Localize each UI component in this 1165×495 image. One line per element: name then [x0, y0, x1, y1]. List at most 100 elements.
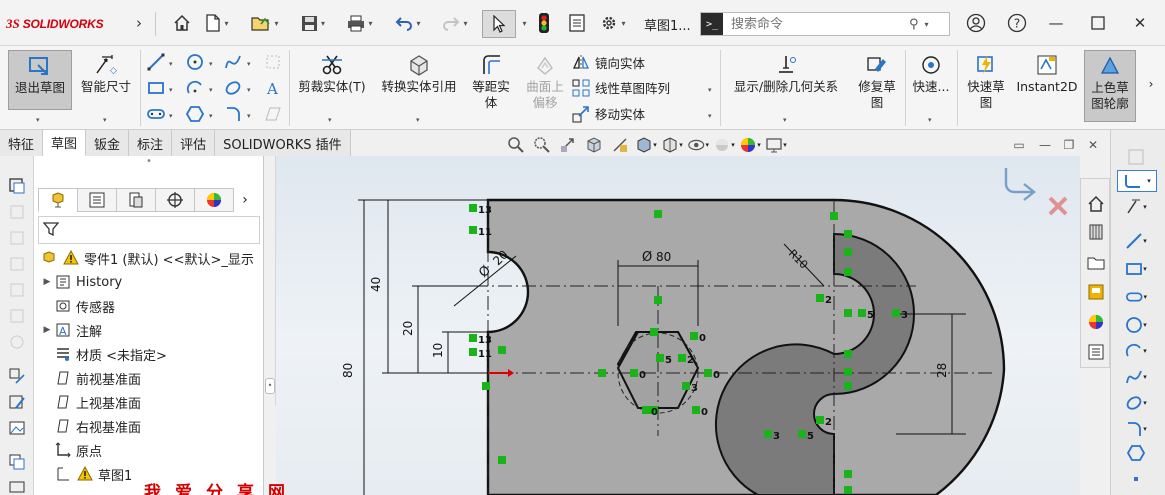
- circle-dropdown-icon[interactable]: ▾: [209, 60, 213, 68]
- command-search-box[interactable]: >_ ⚲ ▾: [700, 12, 950, 36]
- slot-strip-icon[interactable]: ▾: [1125, 286, 1147, 308]
- tab-markup[interactable]: 标注: [129, 130, 173, 156]
- rapid-sketch-button[interactable]: 快速草 图: [960, 53, 1012, 111]
- select-pointer-icon[interactable]: [482, 10, 516, 38]
- display-style-icon[interactable]: ▾: [661, 135, 683, 155]
- ellipse-dropdown-icon[interactable]: ▾: [247, 86, 251, 94]
- relation-tag[interactable]: [498, 456, 506, 464]
- point-strip-icon[interactable]: [1125, 468, 1147, 490]
- relation-tag[interactable]: [858, 309, 866, 317]
- search-input[interactable]: [723, 16, 903, 32]
- tree-item-top-plane[interactable]: 上视基准面: [40, 391, 141, 413]
- display-manager-tab-icon[interactable]: [194, 188, 234, 212]
- trim-dropdown-icon[interactable]: ▾: [328, 116, 332, 124]
- rectangle-dropdown-icon[interactable]: ▾: [169, 86, 173, 94]
- dimension-40-text[interactable]: 40: [369, 277, 383, 292]
- tree-item-material[interactable]: 材质 <未指定>: [40, 343, 167, 365]
- relation-tag[interactable]: [798, 430, 806, 438]
- relation-tag[interactable]: [844, 268, 852, 276]
- dimension-10-text[interactable]: 10: [431, 343, 445, 358]
- tab-sketch[interactable]: 草图: [43, 130, 87, 156]
- disabled-tool-icon[interactable]: [7, 280, 27, 300]
- view-orientation-icon[interactable]: ▾: [635, 135, 657, 155]
- relation-tag[interactable]: [678, 354, 686, 362]
- polygon-tool-icon[interactable]: [184, 104, 206, 124]
- close-window-icon[interactable]: ✕: [1126, 10, 1154, 36]
- dimxpert-tab-icon[interactable]: [155, 188, 195, 212]
- disabled-tool-icon[interactable]: [7, 202, 27, 222]
- text-tool-icon[interactable]: A: [262, 78, 284, 98]
- user-account-icon[interactable]: [962, 10, 990, 36]
- graphics-area[interactable]: 80 40 20 10 Ø 20 Ø 80 R10 28 13 11 13 11: [276, 156, 1080, 495]
- line-tool-icon[interactable]: [145, 52, 167, 72]
- disabled-tool-icon[interactable]: [7, 332, 27, 352]
- relations-dropdown-icon[interactable]: ▾: [783, 116, 787, 124]
- solidworks-logo[interactable]: 3S SOLIDWORKS: [6, 14, 104, 34]
- sketch-picture-icon[interactable]: [7, 418, 27, 438]
- maximize-window-icon[interactable]: [1084, 10, 1112, 36]
- resources-icon[interactable]: [1085, 221, 1107, 243]
- relation-tag[interactable]: [469, 334, 477, 342]
- print-icon[interactable]: ▾: [345, 10, 375, 36]
- linear-pattern-button[interactable]: 线性草图阵列: [572, 78, 670, 97]
- relation-tag[interactable]: [844, 368, 852, 376]
- relation-tag[interactable]: [469, 348, 477, 356]
- expand-arrow-icon[interactable]: ▶: [40, 277, 54, 287]
- relation-tag[interactable]: [816, 294, 824, 302]
- offset-entities-button[interactable]: 等距实 体: [466, 53, 516, 111]
- new-document-icon[interactable]: ▾: [205, 10, 229, 36]
- dynamic-annotation-icon[interactable]: [609, 135, 631, 155]
- search-dropdown-icon[interactable]: ▾: [925, 20, 929, 29]
- minimize-window-icon[interactable]: —: [1042, 10, 1070, 36]
- file-properties-icon[interactable]: [566, 10, 588, 36]
- graphics-close-icon[interactable]: ✕: [1084, 137, 1102, 153]
- previous-view-icon[interactable]: [557, 135, 579, 155]
- custom-properties-icon[interactable]: [1085, 341, 1107, 363]
- relation-tag[interactable]: [844, 382, 852, 390]
- disabled-tool-icon[interactable]: [7, 228, 27, 248]
- splitter-handle[interactable]: •: [265, 378, 275, 394]
- relation-tag[interactable]: [654, 210, 662, 218]
- relation-tag[interactable]: [642, 406, 650, 414]
- display-delete-relations-button[interactable]: 显示/删除几何关系: [724, 53, 848, 95]
- relation-tag[interactable]: [682, 382, 690, 390]
- tree-filter-box[interactable]: [38, 216, 260, 244]
- relation-tag[interactable]: [498, 346, 506, 354]
- relation-tag[interactable]: [844, 230, 852, 238]
- sketch-picture-icon[interactable]: [1125, 146, 1147, 168]
- rectangle-tool-icon[interactable]: [145, 78, 167, 98]
- relation-tag[interactable]: [844, 350, 852, 358]
- file-explorer-icon[interactable]: [1085, 281, 1107, 303]
- dimension-20-text[interactable]: 20: [401, 321, 415, 336]
- save-icon[interactable]: ▾: [298, 10, 328, 36]
- tree-item-sensors[interactable]: 传感器: [40, 295, 115, 317]
- dimension-d80-text[interactable]: 80: [656, 250, 671, 264]
- tree-item-history[interactable]: ▶ History: [40, 271, 123, 293]
- zoom-to-area-icon[interactable]: [531, 135, 553, 155]
- property-manager-tab-icon[interactable]: [77, 188, 117, 212]
- shaded-sketch-contours-button[interactable]: 上色草 图轮廓: [1084, 50, 1136, 122]
- graphics-tile-icon[interactable]: ▭: [1010, 137, 1028, 153]
- configuration-manager-tab-icon[interactable]: [116, 188, 156, 212]
- edit-appearance-icon[interactable]: ▾: [713, 135, 735, 155]
- tabs-more-icon[interactable]: ›: [233, 188, 257, 212]
- relation-tag[interactable]: [690, 332, 698, 340]
- expand-arrow-icon[interactable]: ▶: [40, 325, 54, 335]
- layer-icon[interactable]: [7, 452, 27, 472]
- smart-dimension-strip-icon[interactable]: ▾: [1125, 196, 1147, 218]
- circle-strip-icon[interactable]: ▾: [1125, 314, 1147, 336]
- quick-snaps-dropdown-icon[interactable]: ▾: [928, 116, 932, 124]
- relation-tag[interactable]: [630, 369, 638, 377]
- arc-strip-icon[interactable]: ▾: [1125, 340, 1147, 362]
- trim-entities-button[interactable]: 剪裁实体(T): [294, 53, 370, 95]
- slot-tool-icon[interactable]: [145, 104, 167, 124]
- appearances-icon[interactable]: [1085, 311, 1107, 333]
- surface-sketch-icon[interactable]: [262, 52, 284, 72]
- hide-show-items-icon[interactable]: ▾: [687, 135, 709, 155]
- repair-icon[interactable]: [7, 392, 27, 412]
- slot-dropdown-icon[interactable]: ▾: [169, 112, 173, 120]
- disabled-tool-icon[interactable]: [7, 254, 27, 274]
- search-icon[interactable]: ⚲: [909, 17, 919, 32]
- relation-tag[interactable]: [844, 470, 852, 478]
- panel-splitter[interactable]: •: [264, 156, 276, 406]
